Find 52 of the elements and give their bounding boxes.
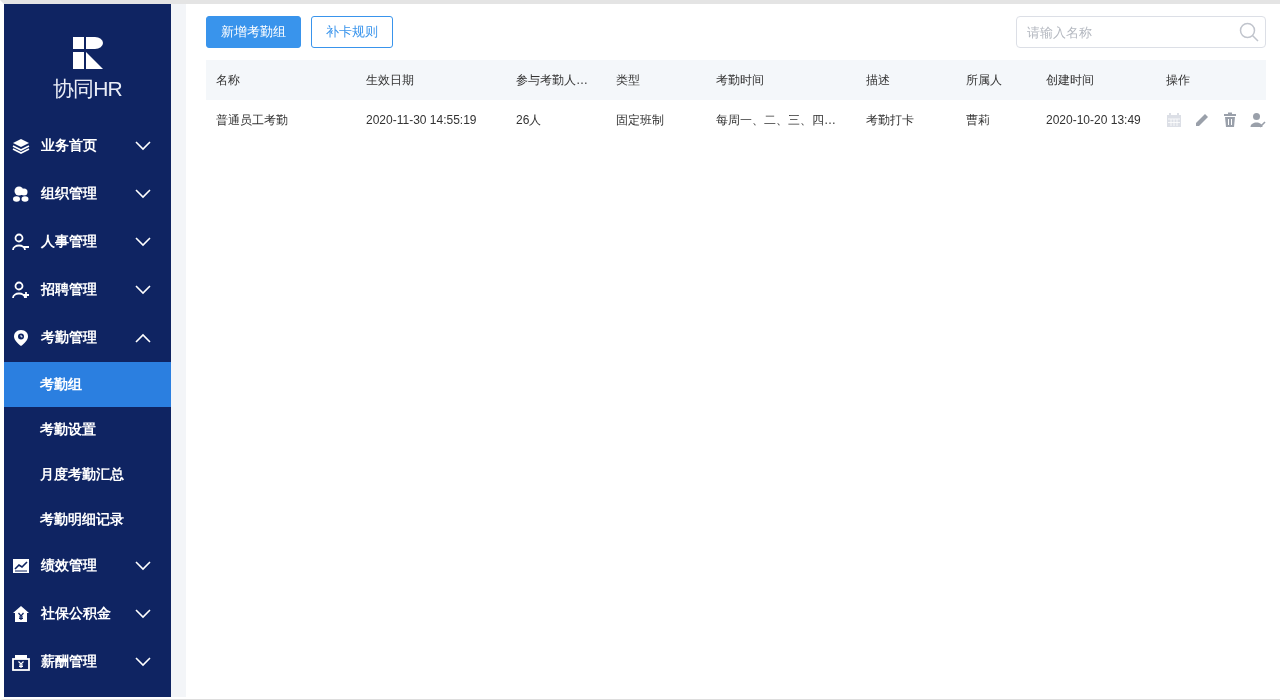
layers-icon [12, 137, 30, 155]
column-header: 考勤时间 [715, 71, 765, 89]
menu-item[interactable]: 绩效管理 [4, 542, 171, 590]
line-chart-icon [12, 557, 30, 575]
chevron-up-icon [135, 333, 151, 343]
chevron-down-icon [135, 285, 151, 295]
trash-icon[interactable] [1222, 112, 1238, 128]
table-cell-text: 26人 [515, 111, 543, 129]
menu-item[interactable]: 人事管理 [4, 218, 171, 266]
column-header: 类型 [615, 71, 641, 89]
menu-item[interactable]: 考勤管理 [4, 314, 171, 362]
column-header: 所属人 [965, 71, 1003, 89]
menu-item[interactable]: 薪酬管理 [4, 638, 171, 686]
table-cell-text: 考勤打卡 [865, 111, 915, 129]
submenu-item[interactable]: 考勤明细记录 [4, 497, 171, 542]
chevron-down-icon [135, 141, 151, 151]
location-pin-icon [12, 329, 30, 347]
people-group-icon [12, 185, 30, 203]
chevron-down-icon [135, 657, 151, 667]
table-cell-text: 固定班制 [615, 111, 665, 129]
table-cell-text: 每周一、二、三、四… [715, 111, 837, 129]
column-header: 生效日期 [365, 71, 415, 89]
search-icon [1239, 22, 1259, 42]
menu-item[interactable]: 社保公积金 [4, 590, 171, 638]
chevron-down-icon [135, 561, 151, 571]
menu-item[interactable]: 招聘管理 [4, 266, 171, 314]
table-cell-text: 曹莉 [965, 111, 991, 129]
menu-item[interactable]: 组织管理 [4, 170, 171, 218]
column-header: 参与考勤人… [515, 71, 589, 89]
pencil-icon[interactable] [1194, 112, 1210, 128]
submenu-item[interactable]: 月度考勤汇总 [4, 452, 171, 497]
column-header: 操作 [1165, 71, 1191, 89]
menu-item[interactable]: 业务首页 [4, 122, 171, 170]
house-yen-icon [12, 605, 30, 623]
chevron-down-icon [135, 189, 151, 199]
table-cell-text: 2020-10-20 13:49 [1045, 113, 1142, 127]
submenu-item[interactable]: 考勤设置 [4, 407, 171, 452]
column-header: 描述 [865, 71, 891, 89]
chevron-down-icon [135, 609, 151, 619]
column-header: 创建时间 [1045, 71, 1095, 89]
logo-icon [72, 37, 103, 69]
column-header: 名称 [215, 71, 241, 89]
chevron-down-icon [135, 237, 151, 247]
person-pen-icon[interactable] [1250, 112, 1266, 128]
cash-register-icon [12, 653, 30, 671]
person-minus-icon [12, 233, 30, 251]
search-field[interactable]: 请输入名称 [1016, 16, 1266, 48]
submenu-item[interactable]: 考勤组 [4, 362, 171, 407]
logo-text: 协同HR [53, 76, 122, 102]
person-plus-icon [12, 281, 30, 299]
table-cell-text: 2020-11-30 14:55:19 [365, 113, 478, 127]
table-cell-text: 普通员工考勤 [215, 111, 289, 129]
